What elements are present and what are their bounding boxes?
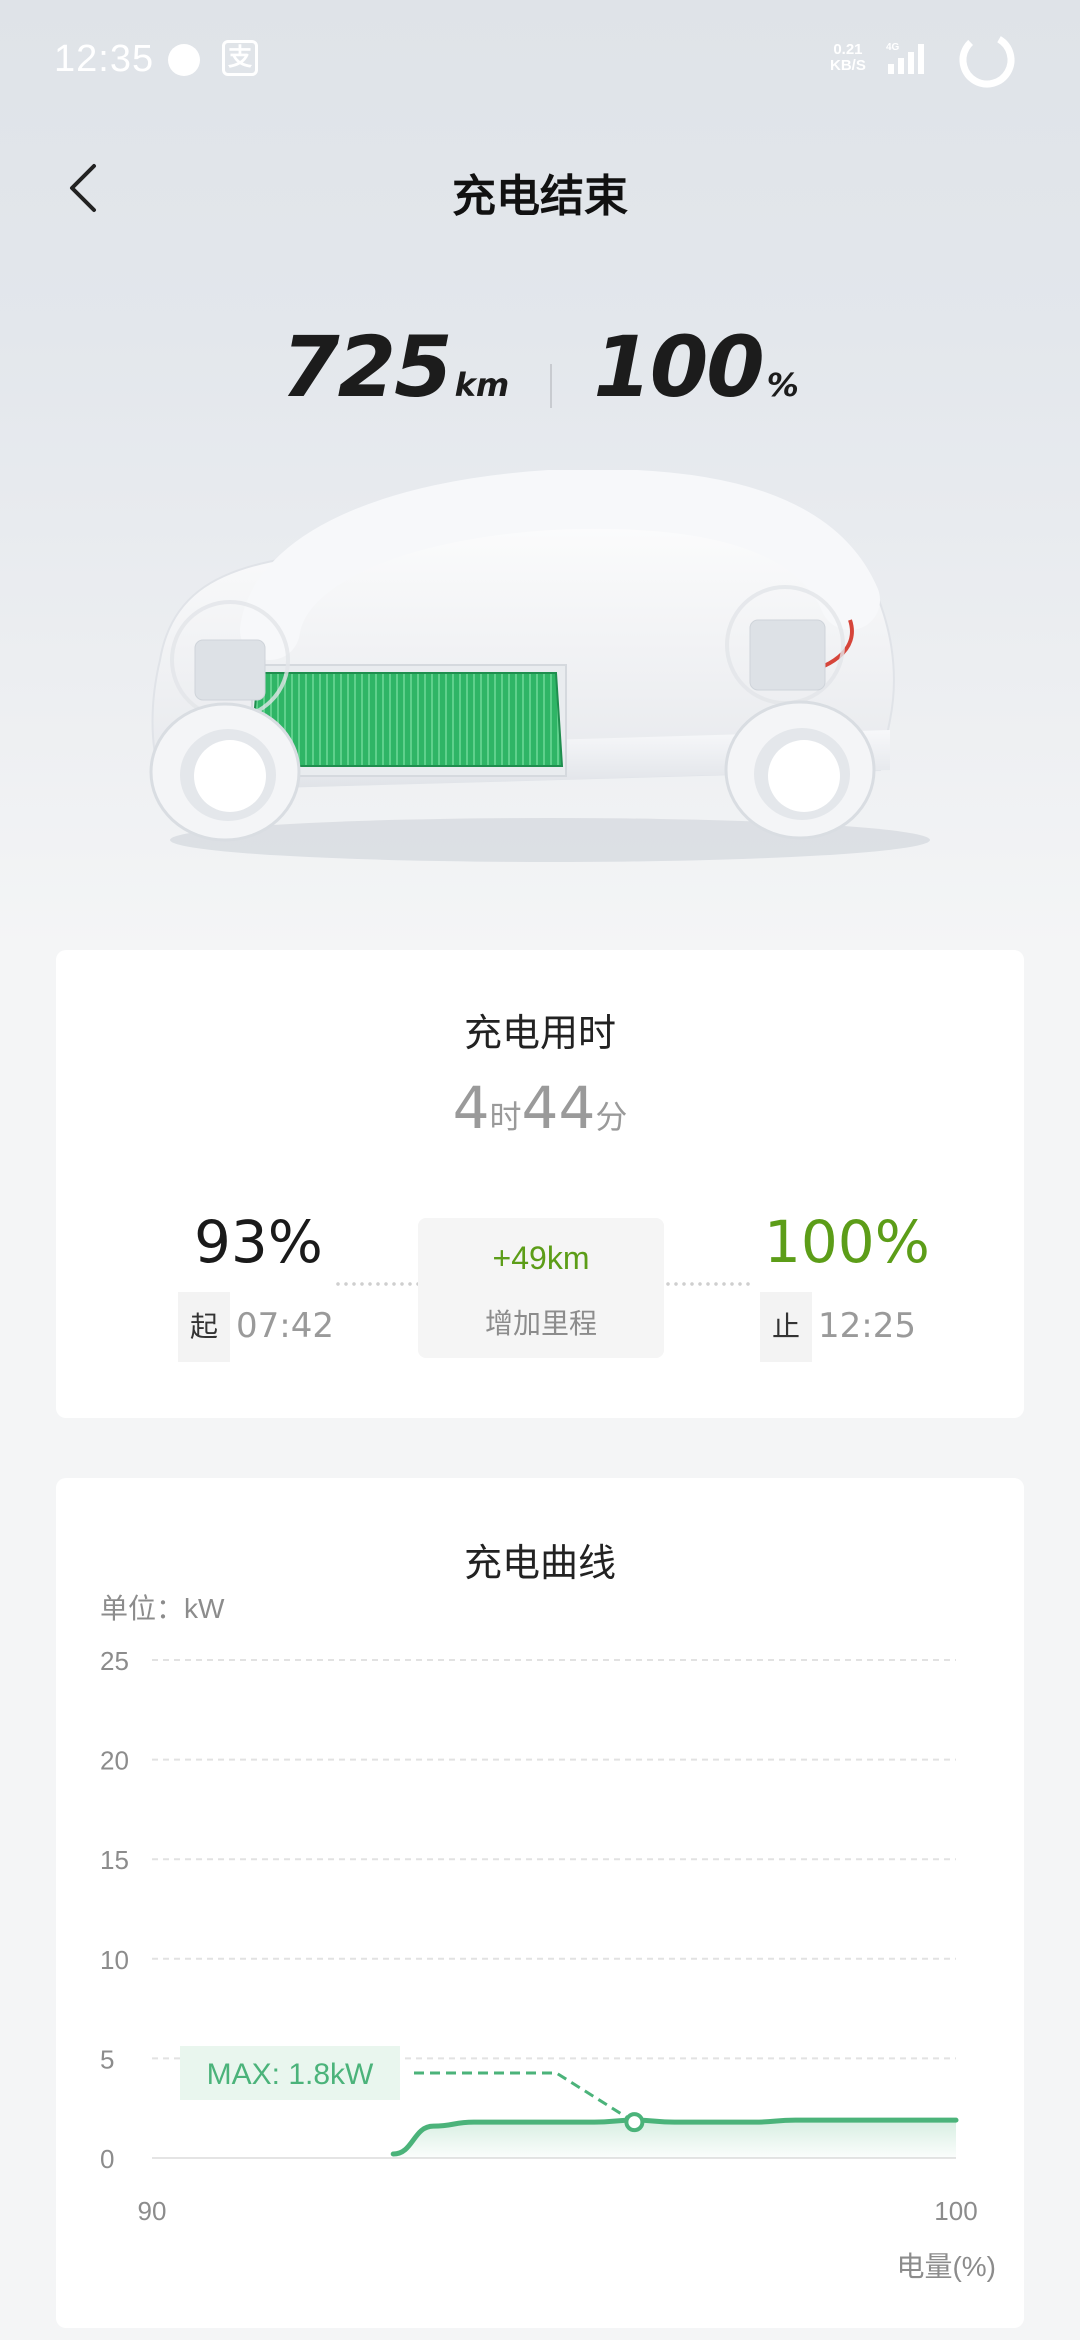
charge-duration: 4时44分: [56, 1074, 1024, 1142]
chart-x-tick-label: 100: [934, 2196, 977, 2226]
duration-hours-unit: 时: [489, 1099, 522, 1135]
chart-y-tick-label: 5: [100, 2044, 114, 2074]
charge-curve-card: 充电曲线 单位：kW 0 5 10 15 20 25 90 100 MAX: 1.8kW 电量…: [56, 1478, 1024, 2328]
chart-x-axis-label: 电量(%): [896, 2251, 996, 2282]
duration-card-title: 充电用时: [463, 1013, 616, 1055]
added-range-value: +49km: [492, 1240, 590, 1276]
end-percent: 100%: [764, 1208, 930, 1276]
duration-minutes: 44: [521, 1074, 596, 1142]
network-speed: 0.21 KB/S: [830, 42, 866, 74]
charge-duration-card: 充电用时 4时44分 93% 起 07:42 +49km 增加里程 100% 止…: [56, 950, 1024, 1418]
divider-dots-right: [664, 1282, 750, 1286]
range-value: 725: [281, 318, 452, 416]
divider-dots-left: [334, 1282, 420, 1286]
start-tag: 起: [178, 1292, 230, 1362]
max-leader-line: [414, 2071, 636, 2124]
chart-y-tick-label: 10: [100, 1945, 129, 1975]
charge-summary: 725 km 100%: [0, 318, 1080, 416]
end-time: 12:25: [818, 1306, 916, 1346]
range-unit: km: [454, 366, 510, 404]
battery-value: 100: [593, 318, 764, 416]
nav-bar: 充电结束: [0, 140, 1080, 240]
chart-unit-label: 单位：kW: [100, 1593, 225, 1624]
start-percent: 93%: [194, 1208, 323, 1276]
added-range-label: 增加里程: [484, 1308, 597, 1339]
chart-y-tick-label: 20: [100, 1746, 129, 1776]
network-type: 4G: [886, 42, 900, 53]
summary-divider: [550, 363, 553, 408]
end-tag: 止: [760, 1292, 812, 1362]
signal-icon: 4G: [886, 42, 924, 74]
duration-hours: 4: [452, 1074, 490, 1142]
alipay-notification-icon: 支: [222, 40, 258, 76]
page-title: 充电结束: [452, 172, 628, 221]
status-bar: 12:35 支 0.21 KB/S 4G: [0, 0, 1080, 120]
battery-unit: %: [766, 366, 799, 404]
battery-ring-icon: [959, 32, 1015, 88]
network-speed-unit: KB/S: [830, 57, 866, 74]
charge-curve-chart: 单位：kW 0 5 10 15 20 25 90 100 MAX: 1.8kW 电量(%): [100, 1593, 996, 2282]
duration-minutes-unit: 分: [595, 1099, 628, 1135]
status-time: 12:35: [54, 38, 155, 80]
hero-section: 12:35 支 0.21 KB/S 4G 充电结束 725 km 100%: [0, 0, 1080, 950]
added-range-box: +49km 增加里程: [418, 1218, 664, 1358]
car-illustration: [149, 470, 930, 862]
max-label-text: MAX: 1.8kW: [207, 2058, 374, 2091]
chart-y-tick-label: 15: [100, 1845, 129, 1875]
chart-y-tick-label: 25: [100, 1646, 129, 1676]
max-point-marker: [624, 2112, 645, 2133]
chart-area-fill: [393, 2120, 956, 2158]
notification-dot-icon: [168, 44, 200, 76]
chart-x-tick-label: 90: [138, 2196, 167, 2226]
network-speed-value: 0.21: [833, 41, 863, 58]
start-time: 07:42: [236, 1306, 334, 1346]
chart-y-tick-label: 0: [100, 2144, 114, 2174]
